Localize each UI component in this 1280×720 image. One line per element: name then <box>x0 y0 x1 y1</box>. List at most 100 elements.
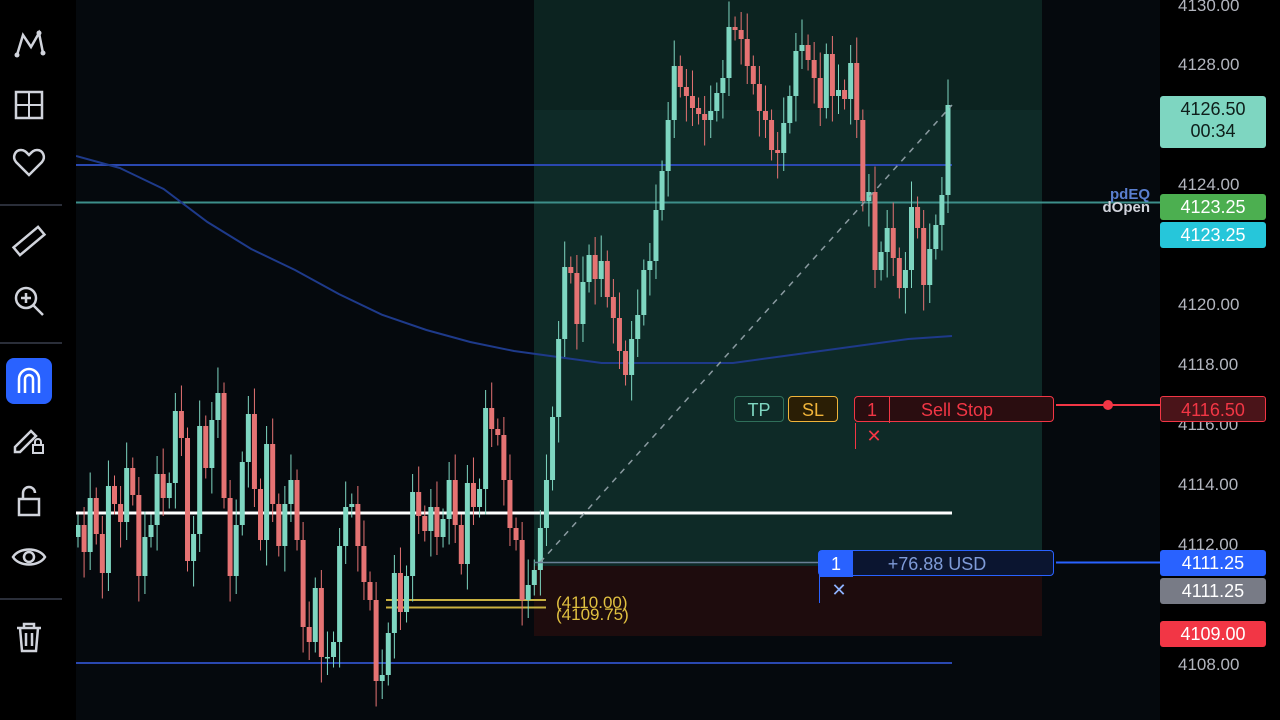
candle-body <box>677 66 683 87</box>
candle-body <box>489 408 495 429</box>
sell-stop-handle <box>1103 400 1113 410</box>
candle-body <box>349 504 355 507</box>
sell-stop-order[interactable]: 1 Sell Stop ✕ <box>854 396 1054 449</box>
candle-body <box>446 480 452 519</box>
candle-body <box>148 525 154 537</box>
magnet-icon[interactable] <box>6 358 52 404</box>
y-tick-label: 4108.00 <box>1178 655 1240 674</box>
candle-body <box>470 483 476 507</box>
candle-body <box>550 417 556 480</box>
candle-body <box>300 540 306 627</box>
price-label-stop: 4109.00 <box>1160 621 1266 647</box>
pencil-lock-icon[interactable] <box>6 416 52 462</box>
candle-body <box>738 30 744 39</box>
heart-icon[interactable] <box>6 140 52 186</box>
candle-body <box>756 84 762 111</box>
candle-body <box>610 297 616 318</box>
candle-body <box>191 534 197 561</box>
candle-body <box>397 573 403 612</box>
candle-body <box>507 480 513 528</box>
eye-icon[interactable] <box>6 534 52 580</box>
candle-body <box>945 105 951 195</box>
chart-plot-area[interactable]: pdEQ dOpen (4110.00) (4109.75) <box>76 0 1160 720</box>
candle-body <box>592 255 598 279</box>
candle-body <box>136 495 142 576</box>
drawing-toolbar <box>0 0 62 720</box>
ruler-icon[interactable] <box>6 218 52 264</box>
price-label-pdeq: 4123.25 <box>1160 222 1266 248</box>
candle-body <box>118 504 124 522</box>
candle-body <box>580 282 586 324</box>
candle-body <box>744 39 750 66</box>
position-line[interactable]: 1 +76.88 USD ✕ <box>818 550 1054 603</box>
candle-body <box>501 435 507 480</box>
candle-body <box>87 498 93 552</box>
bar-countdown: 00:34 <box>1190 121 1236 141</box>
candle-body <box>452 480 458 525</box>
candle-body <box>81 525 87 552</box>
zoom-in-icon[interactable] <box>6 278 52 324</box>
candle-body <box>440 519 446 537</box>
candle-body <box>817 78 823 108</box>
candle-body <box>185 438 191 561</box>
candle-body <box>915 207 921 228</box>
candle-body <box>331 642 337 657</box>
candle-body <box>781 123 787 153</box>
layout-grid-icon[interactable] <box>6 82 52 128</box>
candle-body <box>258 489 264 540</box>
close-position-icon[interactable]: ✕ <box>819 577 858 603</box>
candle-body <box>872 192 878 270</box>
candle-body <box>793 51 799 96</box>
candle-body <box>562 267 568 339</box>
line-label-dOpen: dOpen <box>1102 199 1151 216</box>
candle-body <box>543 480 549 528</box>
candle-body <box>221 393 227 498</box>
candle-body <box>166 483 172 498</box>
candle-body <box>355 504 361 546</box>
candle-body <box>927 249 933 285</box>
candle-body <box>586 255 592 282</box>
last-price-value: 4126.50 <box>1180 99 1246 119</box>
candle-body <box>379 675 385 681</box>
candle-body <box>835 90 841 96</box>
candle-body <box>337 546 343 642</box>
candle-body <box>556 339 562 417</box>
candle-body <box>233 525 239 576</box>
candle-body <box>884 228 890 252</box>
candle-body <box>665 120 671 171</box>
candle-body <box>99 534 105 573</box>
candle-body <box>410 492 416 576</box>
candle-body <box>708 111 714 120</box>
candle-body <box>598 261 604 279</box>
candle-body <box>324 657 330 659</box>
candle-body <box>130 468 136 495</box>
candle-body <box>434 507 440 537</box>
pattern-tool-icon[interactable] <box>6 22 52 68</box>
candle-body <box>714 93 720 111</box>
candle-body <box>671 66 677 120</box>
candle-body <box>726 27 732 78</box>
candle-body <box>203 426 209 468</box>
candle-body <box>574 273 580 324</box>
candle-body <box>105 486 111 573</box>
unlock-icon[interactable] <box>6 478 52 524</box>
candle-body <box>762 111 768 120</box>
candle-body <box>696 108 702 114</box>
y-tick-label: 4118.00 <box>1178 355 1239 374</box>
trash-icon[interactable] <box>6 614 52 660</box>
candle-body <box>112 486 118 504</box>
y-tick-label: 4130.00 <box>1178 0 1240 15</box>
candle-body <box>367 582 373 600</box>
order-sl-button[interactable]: SL <box>788 396 838 422</box>
candle-body <box>519 540 525 600</box>
candle-body <box>829 54 835 96</box>
candle-body <box>933 225 939 249</box>
order-tp-button[interactable]: TP <box>734 396 784 422</box>
close-order-icon[interactable]: ✕ <box>855 423 892 449</box>
candle-body <box>160 474 166 498</box>
candle-body <box>702 114 708 120</box>
candle-body <box>142 537 148 576</box>
candle-body <box>416 492 422 516</box>
candle-body <box>209 420 215 468</box>
candle-body <box>653 210 659 261</box>
